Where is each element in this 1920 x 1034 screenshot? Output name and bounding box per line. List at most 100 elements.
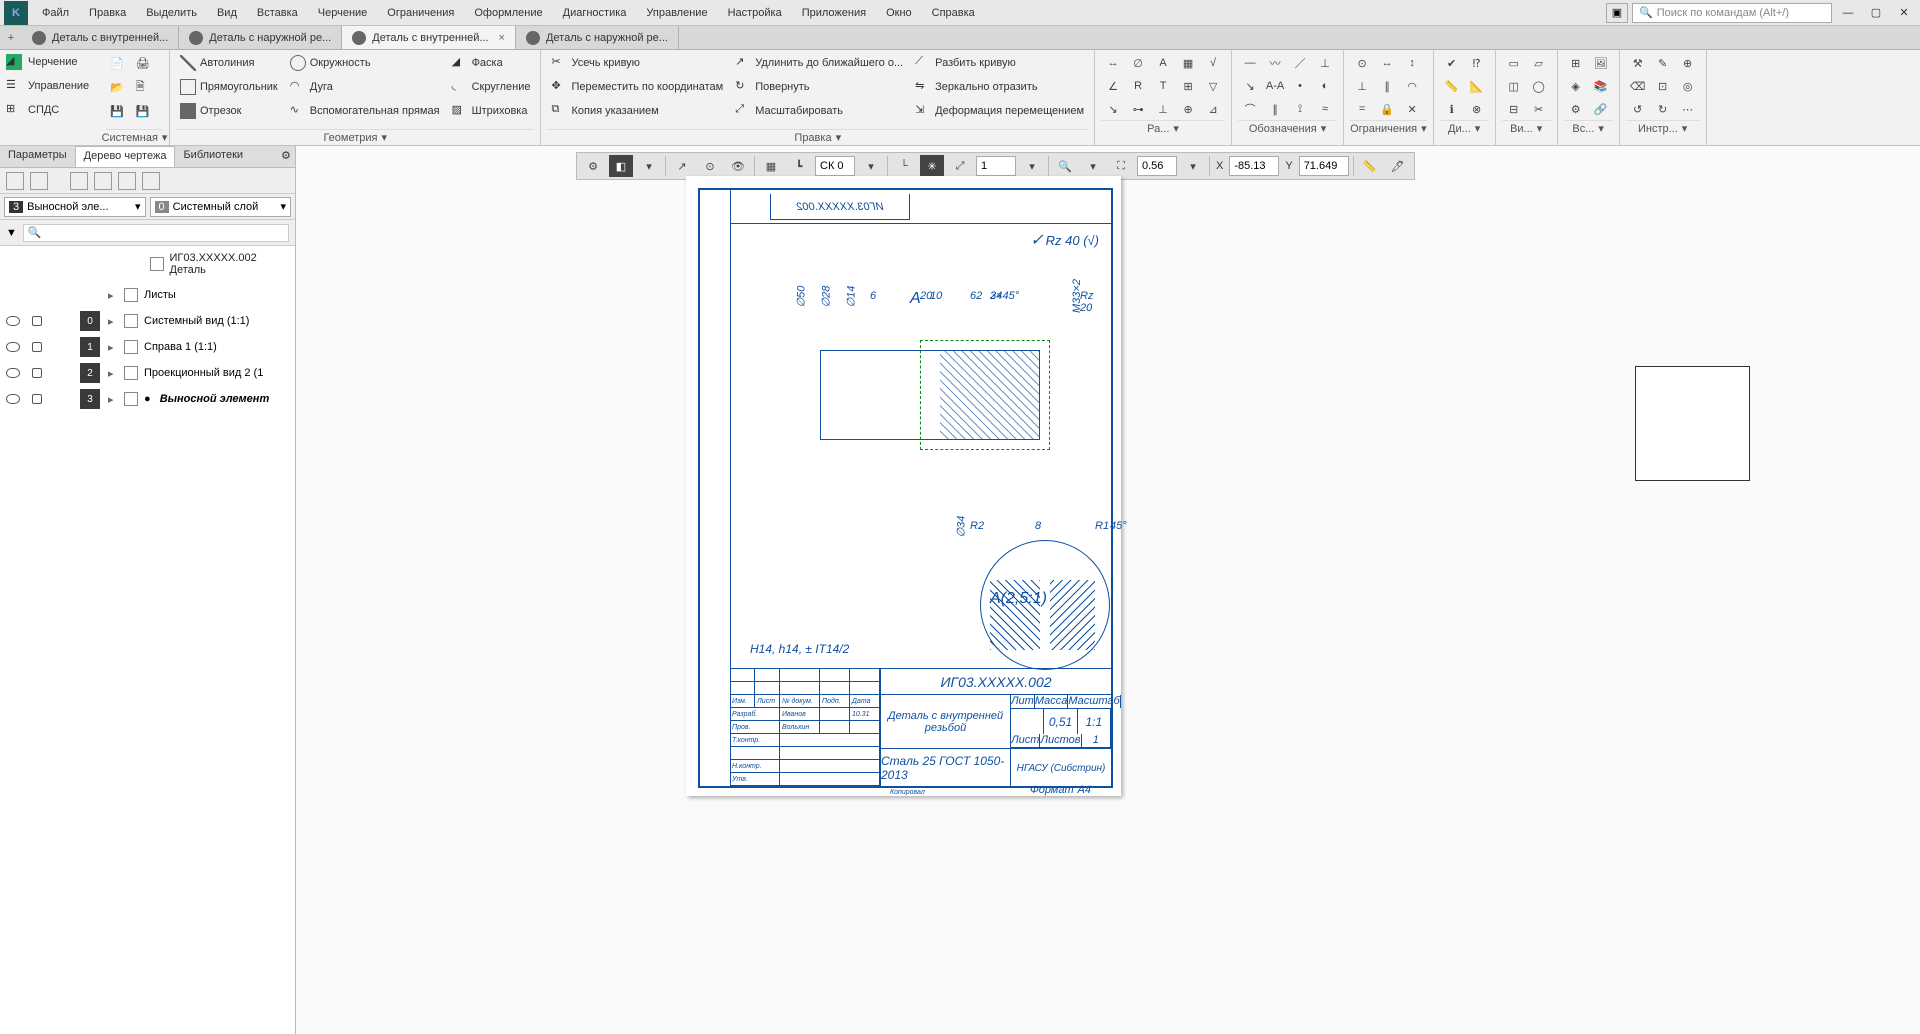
tree-root[interactable]: ИГ03.XXXXX.002 Деталь [0, 246, 295, 282]
dim-ord-icon[interactable]: ⊥ [1151, 98, 1175, 120]
vt-dd-icon[interactable]: ▾ [637, 155, 661, 177]
new-tab-button[interactable]: + [0, 26, 22, 49]
anno-slash-icon[interactable]: ／ [1288, 52, 1312, 74]
vt-snap1-icon[interactable]: ↗ [670, 155, 694, 177]
layout-icon[interactable]: ▣ [1606, 3, 1628, 23]
eye-icon[interactable] [6, 316, 20, 326]
panel-settings-icon[interactable]: ⚙ [273, 146, 295, 167]
doc-tab-1[interactable]: Деталь с наружной ре... [179, 26, 342, 49]
menu-manage[interactable]: Управление [636, 3, 717, 23]
tree-tool-4[interactable] [94, 172, 112, 190]
ins-img-icon[interactable]: 🖼 [1589, 52, 1613, 74]
segment-button[interactable]: Отрезок [176, 100, 282, 122]
vt-grid-icon[interactable]: ▦ [759, 155, 783, 177]
save-as-button[interactable]: 💾 [132, 100, 154, 122]
tree-row-proj[interactable]: 2 ▸Проекционный вид 2 (1 [0, 360, 295, 386]
dim-table-icon[interactable]: ▦ [1176, 52, 1200, 74]
dim-radial-icon[interactable]: R [1126, 75, 1150, 97]
ins-lib-icon[interactable]: 📚 [1589, 75, 1613, 97]
fillet-button[interactable]: ◟Скругление [448, 76, 535, 98]
vt-opts-icon[interactable]: ⚙ [581, 155, 605, 177]
anno-cut-icon[interactable]: ◐ [1313, 75, 1337, 97]
doc-tab-2[interactable]: Деталь с внутренней...× [342, 26, 516, 49]
vt-zdd[interactable]: ▾ [1081, 155, 1105, 177]
menu-setup[interactable]: Настройка [718, 3, 792, 23]
mode-draft[interactable]: ◢Черчение [0, 50, 100, 74]
tool-f-icon[interactable]: ◎ [1676, 75, 1700, 97]
tool-c-icon[interactable]: ⊕ [1676, 52, 1700, 74]
tree-row-detail[interactable]: 3 ▸● Выносной элемент [0, 386, 295, 412]
rotate-button[interactable]: ↻Повернуть [731, 76, 907, 98]
vt-cs-icon[interactable]: ┗ [787, 155, 811, 177]
vt-snap2-icon[interactable]: ⊙ [698, 155, 722, 177]
vt-zoom-dd[interactable]: ▾ [1181, 155, 1205, 177]
command-search[interactable]: 🔍 Поиск по командам (Alt+/) [1632, 3, 1832, 23]
anno-arrow-icon[interactable]: ↘ [1238, 75, 1262, 97]
view-proj-icon[interactable]: ▱ [1527, 52, 1551, 74]
chamfer-button[interactable]: ◢Фаска [448, 52, 535, 74]
lock-icon[interactable] [32, 394, 42, 404]
con-del-icon[interactable]: ✕ [1400, 98, 1424, 120]
con-horiz-icon[interactable]: ↔ [1375, 52, 1399, 74]
vt-zoomfit-icon[interactable]: ⛶ [1109, 155, 1133, 177]
mirror-button[interactable]: ⇋Зеркально отразить [911, 76, 1088, 98]
tree-search-input[interactable] [23, 224, 289, 242]
tree-tool-6[interactable] [142, 172, 160, 190]
dim-edit-icon[interactable]: ⊞ [1176, 75, 1200, 97]
con-coinc-icon[interactable]: ⊙ [1350, 52, 1374, 74]
view-selector[interactable]: 3Выносной эле...▾ [4, 197, 146, 217]
autoline-button[interactable]: Автолиния [176, 52, 282, 74]
open-button[interactable]: 📂 [106, 76, 128, 98]
dim-surf-icon[interactable]: √ [1201, 52, 1225, 74]
tree-tool-5[interactable] [118, 172, 136, 190]
drawing-sheet[interactable]: ИГ03.XXXXX.002 Rz 40 (√) 62 20 10 ∅50 ∅2… [686, 176, 1121, 796]
ins-obj-icon[interactable]: ◈ [1564, 75, 1588, 97]
arc-button[interactable]: ◠Дуга [286, 76, 444, 98]
tree-tool-3[interactable] [70, 172, 88, 190]
layer-selector[interactable]: 0Системный слой▾ [150, 197, 292, 217]
anno-sym-icon[interactable]: ≈ [1313, 98, 1337, 120]
scale-button[interactable]: ⤢Масштабировать [731, 100, 907, 122]
anno-line-icon[interactable]: — [1238, 52, 1262, 74]
tree-row-sysview[interactable]: 0 ▸Системный вид (1:1) [0, 308, 295, 334]
tool-b-icon[interactable]: ✎ [1651, 52, 1675, 74]
chevron-down-icon[interactable]: ▾ [162, 131, 168, 144]
hatch-button[interactable]: ▨Штриховка [448, 100, 535, 122]
dim-weld-icon[interactable]: ⊿ [1201, 98, 1225, 120]
menu-help[interactable]: Справка [922, 3, 985, 23]
vt-scale-icon[interactable]: ⤢ [948, 155, 972, 177]
tool-d-icon[interactable]: ⌫ [1626, 75, 1650, 97]
dim-text-icon[interactable]: A [1151, 52, 1175, 74]
diag-e-icon[interactable]: ⁉ [1465, 52, 1489, 74]
ins-macro-icon[interactable]: ⚙ [1564, 98, 1588, 120]
menu-drafting[interactable]: Черчение [308, 3, 378, 23]
eye-icon[interactable] [6, 342, 20, 352]
con-perp-icon[interactable]: ⊥ [1350, 75, 1374, 97]
anno-dot-icon[interactable]: • [1288, 75, 1312, 97]
print-button[interactable]: 🖨 [132, 52, 154, 74]
vt-erase-icon[interactable]: ◧ [609, 155, 633, 177]
diag-i-icon[interactable]: ℹ [1440, 98, 1464, 120]
zoom-field[interactable]: 0.56 [1137, 156, 1177, 176]
dim-angle-icon[interactable]: ∠ [1101, 75, 1125, 97]
con-tan-icon[interactable]: ◠ [1400, 75, 1424, 97]
anno-arc-icon[interactable]: ⌒ [1238, 98, 1262, 120]
diag-m-icon[interactable]: 📏 [1440, 75, 1464, 97]
menu-file[interactable]: Файл [32, 3, 79, 23]
mode-spds[interactable]: ⊞СПДС [0, 98, 100, 122]
window-maximize[interactable]: ▢ [1864, 3, 1888, 23]
tree-tool-1[interactable] [6, 172, 24, 190]
mode-manage[interactable]: ☰Управление [0, 74, 100, 98]
diag-x-icon[interactable]: ⊗ [1465, 98, 1489, 120]
ins-link-icon[interactable]: 🔗 [1589, 98, 1613, 120]
view-brk-icon[interactable]: ⊟ [1502, 98, 1526, 120]
menu-select[interactable]: Выделить [136, 3, 207, 23]
dim-base-icon[interactable]: ▽ [1201, 75, 1225, 97]
new-doc-button[interactable]: 📄 [106, 52, 128, 74]
rect-button[interactable]: Прямоугольник [176, 76, 282, 98]
window-close[interactable]: ✕ [1892, 3, 1916, 23]
tab-tree[interactable]: Дерево чертежа [75, 146, 176, 167]
view-cut-icon[interactable]: ✂ [1527, 98, 1551, 120]
anno-par-icon[interactable]: ∥ [1263, 98, 1287, 120]
dim-chain-icon[interactable]: ⊶ [1126, 98, 1150, 120]
